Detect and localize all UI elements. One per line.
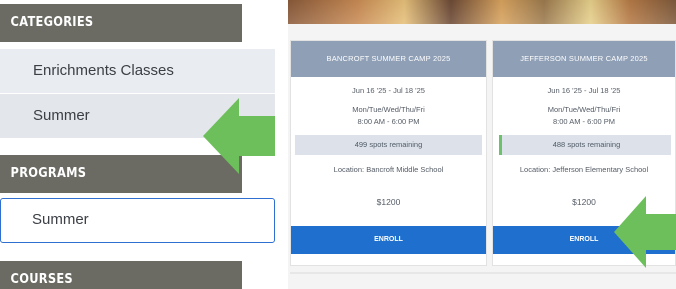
card-time: 8:00 AM - 6:00 PM	[357, 117, 420, 126]
spots-remaining-badge: 499 spots remaining	[295, 135, 482, 155]
card-days: Mon/Tue/Wed/Thu/Fri	[352, 105, 425, 114]
spots-remaining-badge: 488 spots remaining	[499, 135, 671, 155]
card-title: BANCROFT SUMMER CAMP 2025	[291, 41, 486, 77]
categories-header: CATEGORIES	[0, 4, 242, 42]
left-arrow-icon	[203, 98, 275, 174]
program-card-bancroft: BANCROFT SUMMER CAMP 2025 Jun 16 '25 - J…	[290, 40, 487, 266]
banner-overlay	[288, 0, 676, 24]
sidebar-item-enrichments-classes[interactable]: Enrichments Classes	[0, 49, 275, 93]
enroll-button[interactable]: ENROLL	[291, 226, 486, 254]
left-arrow-icon	[614, 196, 676, 268]
card-price: $1200	[376, 197, 401, 207]
card-dates: Jun 16 '25 - Jul 18 '25	[547, 86, 621, 95]
card-location: Location: Jefferson Elementary School	[519, 165, 649, 174]
divider	[290, 272, 676, 274]
sidebar-item-summer-program[interactable]: Summer	[0, 198, 275, 243]
courses-header: COURSES	[0, 261, 242, 289]
card-location: Location: Bancroft Middle School	[333, 165, 444, 174]
card-days: Mon/Tue/Wed/Thu/Fri	[547, 105, 621, 114]
card-time: 8:00 AM - 6:00 PM	[552, 117, 616, 126]
card-title: JEFFERSON SUMMER CAMP 2025	[493, 41, 675, 77]
card-dates: Jun 16 '25 - Jul 18 '25	[352, 86, 425, 95]
